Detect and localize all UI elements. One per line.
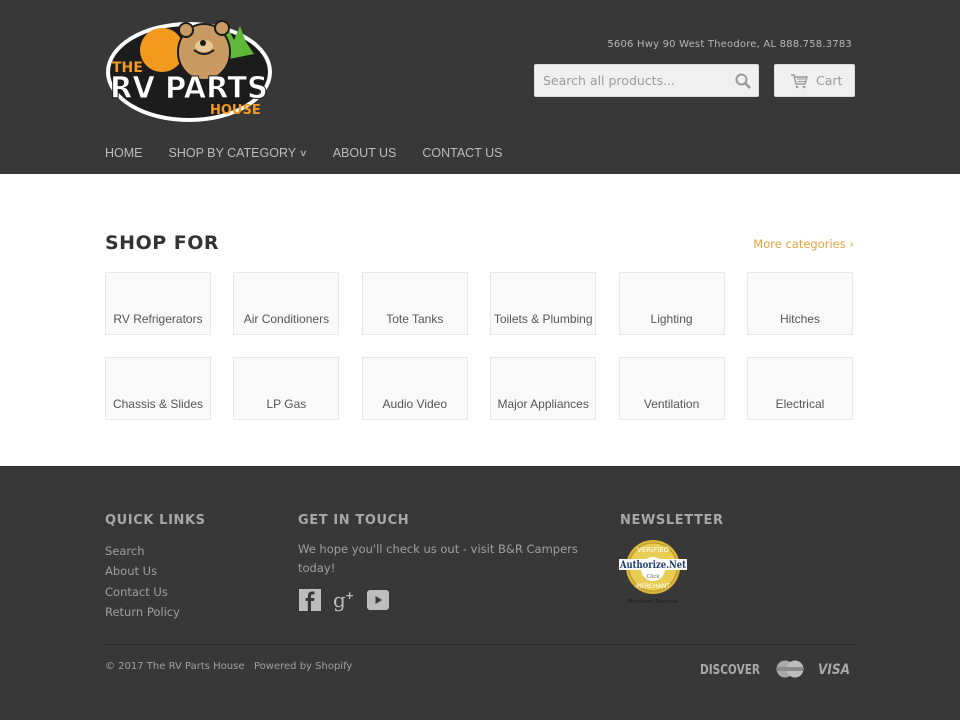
category-tile[interactable]: Electrical [746,357,853,420]
category-tile[interactable]: Audio Video [361,357,468,420]
category-tile[interactable]: Tote Tanks [361,272,468,335]
nav-item-shop-by-category[interactable]: SHOP BY CATEGORY ∨ [168,146,308,160]
footer-divider [105,644,855,645]
category-label: Audio Video [382,397,448,411]
site-footer: QUICK LINKS Search About Us Contact Us R… [0,466,960,720]
nav-item-contact-us[interactable]: CONTACT US [422,146,502,160]
powered-by-shopify-link[interactable]: Powered by Shopify [254,661,352,672]
quick-links-list: Search About Us Contact Us Return Policy [105,541,180,622]
category-label: Lighting [650,312,693,326]
chevron-down-icon: ∨ [299,147,308,158]
nav-label: ABOUT US [332,146,397,160]
visa-icon: VISA [818,661,852,681]
nav-label: SHOP BY CATEGORY [168,146,297,160]
category-label: Toilets & Plumbing [493,312,593,326]
search-input[interactable] [535,65,725,96]
footer-link-return-policy[interactable]: Return Policy [105,602,180,622]
svg-text:VISA: VISA [818,662,850,677]
facebook-icon[interactable] [298,588,322,612]
nav-item-about-us[interactable]: ABOUT US [333,146,397,160]
discover-icon: DISCOVER [700,661,762,681]
site-logo[interactable]: THE RV PARTS HOUSE [104,10,274,124]
category-grid: RV Refrigerators Air Conditioners Tote T… [105,272,855,420]
get-in-touch-heading: GET IN TOUCH [298,513,410,528]
category-label: Electrical [775,397,825,411]
section-title: SHOP FOR [105,232,220,254]
category-label: Air Conditioners [243,312,330,326]
cart-icon [790,73,808,89]
category-tile[interactable]: Ventilation [618,357,725,420]
svg-text:Click: Click [646,574,660,580]
category-tile[interactable]: Toilets & Plumbing [490,272,597,335]
category-tile[interactable]: Lighting [618,272,725,335]
category-tile[interactable]: Chassis & Slides [105,357,211,420]
svg-text:HOUSE: HOUSE [210,103,261,118]
google-plus-icon[interactable]: g + [332,588,356,612]
quick-links-heading: QUICK LINKS [105,513,206,528]
more-categories-link[interactable]: More categories › [753,237,854,251]
category-label: Tote Tanks [386,312,444,326]
copyright-text: © 2017 The RV Parts House [105,661,245,672]
svg-text:MERCHANT: MERCHANT [636,583,670,590]
svg-text:RV PARTS: RV PARTS [110,71,268,106]
cart-button[interactable]: Cart [774,64,855,97]
category-label: RV Refrigerators [113,312,203,326]
get-in-touch-text: We hope you'll check us out - visit B&R … [298,542,578,575]
mastercard-icon [776,660,804,682]
store-address: 5606 Hwy 90 West Theodore, AL 888.758.37… [607,39,852,50]
category-tile[interactable]: LP Gas [233,357,340,420]
main-nav: HOME SHOP BY CATEGORY ∨ ABOUT US CONTACT … [105,146,528,160]
footer-link-about-us[interactable]: About Us [105,561,180,581]
footer-link-contact-us[interactable]: Contact Us [105,582,180,602]
nav-item-home[interactable]: HOME [105,146,143,160]
footer-link-search[interactable]: Search [105,541,180,561]
nav-label: HOME [105,146,143,160]
category-tile[interactable]: Major Appliances [490,357,597,420]
svg-text:DISCOVER: DISCOVER [700,663,760,677]
category-label: LP Gas [266,397,307,411]
svg-text:Merchant Services: Merchant Services [628,599,679,605]
category-label: Hitches [779,312,820,326]
svg-text:VERIFIED: VERIFIED [637,546,669,554]
payment-icons: DISCOVER VISA [686,660,852,682]
youtube-icon[interactable] [366,588,390,612]
category-label: Major Appliances [497,397,589,411]
category-label: Ventilation [643,397,700,411]
social-links: g + [298,588,400,612]
category-tile[interactable]: RV Refrigerators [105,272,211,335]
newsletter-heading: NEWSLETTER [620,513,724,528]
category-label: Chassis & Slides [112,397,204,411]
bear-logo-icon: THE RV PARTS HOUSE [106,20,272,122]
site-header: THE RV PARTS HOUSE 5606 Hwy 90 West Theo… [0,0,960,174]
category-tile[interactable]: Air Conditioners [233,272,340,335]
search-box [534,64,759,97]
nav-label: CONTACT US [422,146,503,160]
cart-label: Cart [816,73,843,88]
search-icon[interactable] [734,72,752,90]
svg-text:Authorize.Net: Authorize.Net [619,560,686,571]
svg-text:+: + [345,589,354,602]
category-tile[interactable]: Hitches [746,272,853,335]
authorize-net-badge[interactable]: VERIFIED Authorize.Net Click MERCHANT Me… [618,539,690,605]
